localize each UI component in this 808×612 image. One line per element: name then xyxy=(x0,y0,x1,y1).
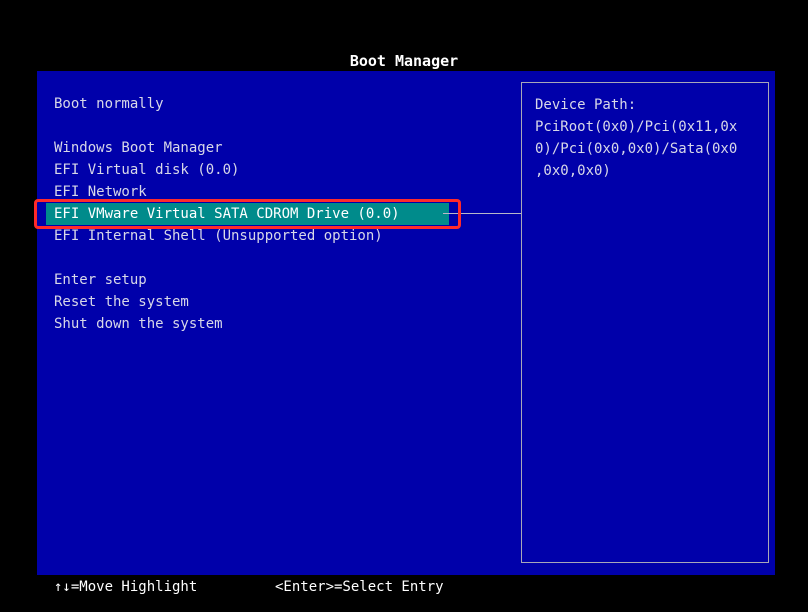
menu-item-efi-virtual-disk[interactable]: EFI Virtual disk (0.0) xyxy=(54,159,239,181)
device-info-panel: Device Path: PciRoot(0x0)/Pci(0x11,0x 0)… xyxy=(521,82,769,563)
menu-item-efi-network[interactable]: EFI Network xyxy=(54,181,147,203)
footer-move-hint: ↑↓=Move Highlight xyxy=(54,579,198,595)
device-path-line: ,0x0,0x0) xyxy=(535,163,611,179)
device-path-label: Device Path: xyxy=(535,97,637,113)
menu-item-boot-normally[interactable]: Boot normally xyxy=(54,93,164,115)
footer-enter-hint: <Enter>=Select Entry xyxy=(275,579,444,595)
menu-item-efi-internal-shell[interactable]: EFI Internal Shell (Unsupported option) xyxy=(54,225,383,247)
menu-item-reset-system[interactable]: Reset the system xyxy=(54,291,189,313)
menu-item-shut-down[interactable]: Shut down the system xyxy=(54,313,223,335)
menu-item-windows-boot-manager[interactable]: Windows Boot Manager xyxy=(54,137,223,159)
device-path-line: 0)/Pci(0x0,0x0)/Sata(0x0 xyxy=(535,141,738,157)
device-path-line: PciRoot(0x0)/Pci(0x11,0x xyxy=(535,119,738,135)
page-title: Boot Manager xyxy=(349,52,459,70)
boot-manager-panel: Boot normally Windows Boot Manager EFI V… xyxy=(37,71,775,575)
menu-item-efi-cdrom-drive[interactable]: EFI VMware Virtual SATA CDROM Drive (0.0… xyxy=(46,203,449,225)
selection-connector-line xyxy=(443,213,521,214)
menu-item-enter-setup[interactable]: Enter setup xyxy=(54,269,147,291)
